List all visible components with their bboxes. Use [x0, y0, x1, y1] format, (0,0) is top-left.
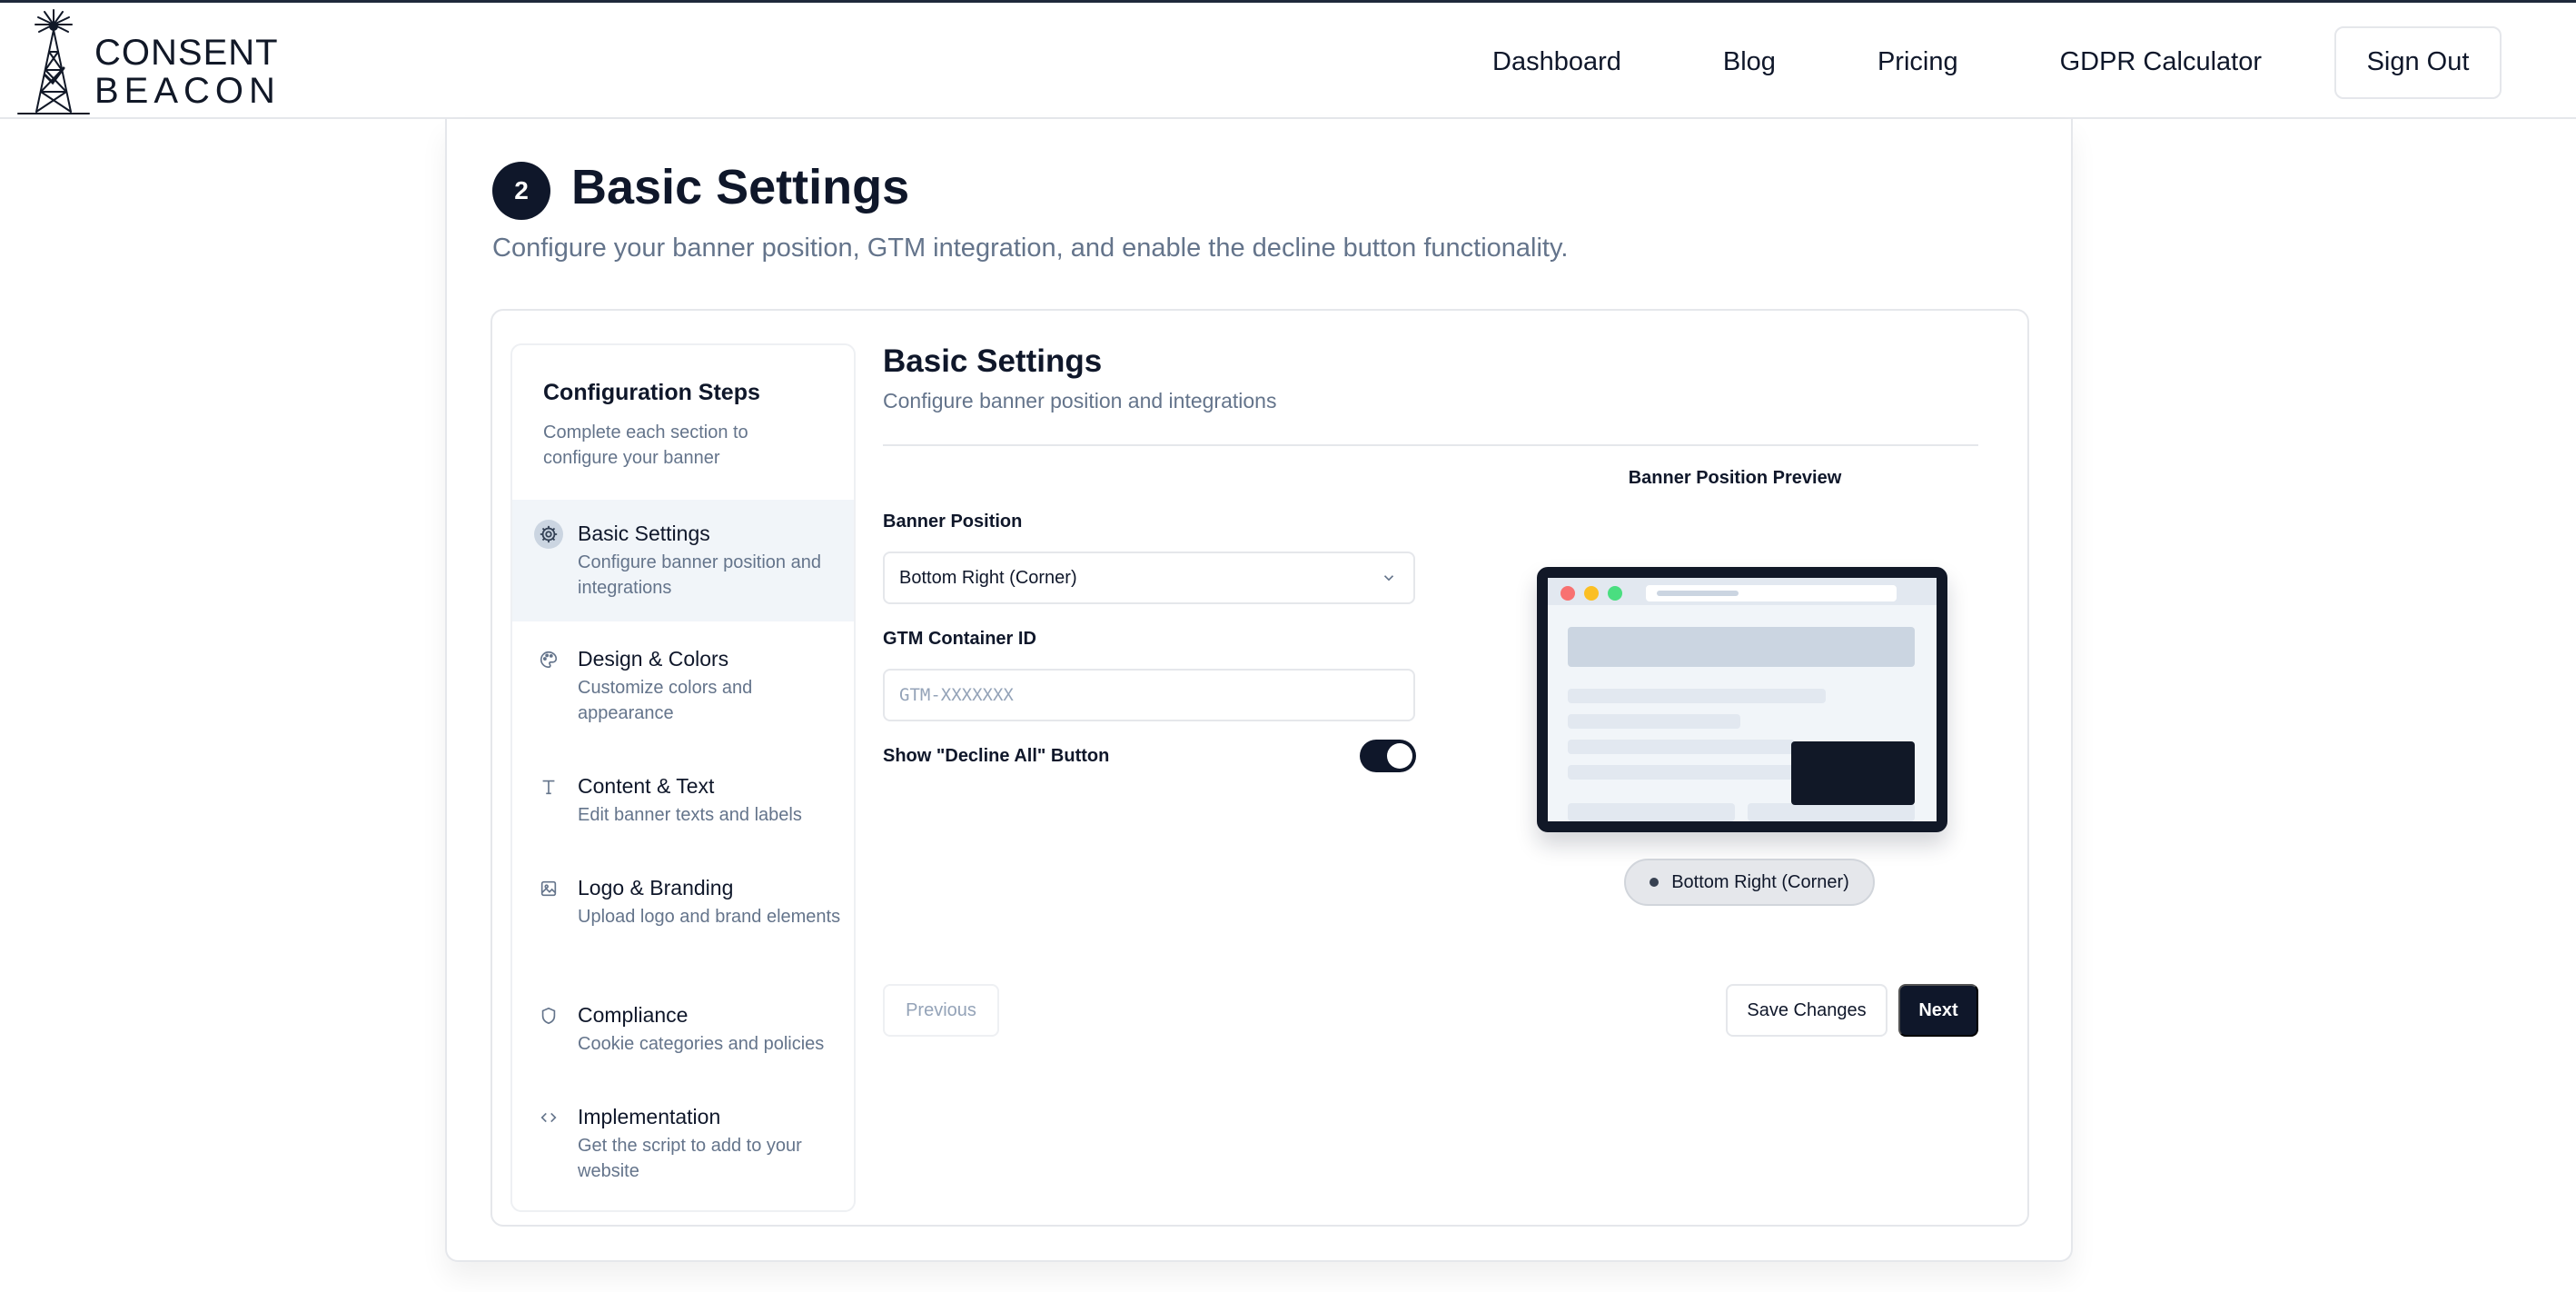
window-minimize-dot: [1584, 586, 1599, 601]
status-dot: [1650, 878, 1660, 887]
save-changes-button[interactable]: Save Changes: [1726, 984, 1887, 1037]
brand-name-line1: CONSENT: [94, 33, 279, 73]
placeholder-footer: [1748, 803, 1915, 821]
nav-link-gdpr-calculator[interactable]: GDPR Calculator: [2060, 47, 2262, 77]
sidebar-item-implementation[interactable]: Implementation Get the script to add to …: [512, 1092, 854, 1205]
placeholder-hero: [1568, 627, 1915, 667]
browser-mockup: [1537, 567, 1947, 832]
window-maximize-dot: [1608, 586, 1622, 601]
nav-link-dashboard[interactable]: Dashboard: [1492, 47, 1621, 77]
banner-position-label: Banner Position: [883, 512, 1023, 532]
sidebar-item-description: Get the script to add to your website: [578, 1136, 802, 1181]
toggle-knob: [1387, 743, 1412, 769]
step-card: 2 Basic Settings Configure your banner p…: [445, 119, 2073, 1262]
sidebar-item-content-text[interactable]: Content & Text Edit banner texts and lab…: [512, 761, 854, 849]
nav-link-pricing[interactable]: Pricing: [1878, 47, 1958, 77]
sidebar-item-description: Upload logo and brand elements: [578, 907, 841, 927]
configuration-steps-sidebar: Configuration Steps Complete each sectio…: [510, 343, 856, 1212]
decline-all-toggle[interactable]: [1360, 740, 1416, 772]
content-title: Basic Settings: [883, 343, 1103, 379]
shield-icon: [534, 1001, 563, 1030]
sidebar-item-design-colors[interactable]: Design & Colors Customize colors and app…: [512, 634, 854, 747]
brand-name: CONSENT BEACON: [94, 34, 281, 110]
chevron-down-icon: [1381, 570, 1397, 591]
sidebar-item-description: Customize colors and appearance: [578, 678, 753, 723]
placeholder-line: [1568, 765, 1795, 780]
sidebar-title: Configuration Steps: [543, 380, 760, 405]
step-number-badge: 2: [492, 162, 550, 220]
gtm-container-id-input[interactable]: [883, 669, 1415, 721]
decline-all-toggle-label: Show "Decline All" Button: [883, 746, 1110, 766]
gear-icon: [534, 520, 563, 549]
sidebar-item-label: Basic Settings: [578, 522, 710, 545]
gtm-container-id-label: GTM Container ID: [883, 629, 1036, 649]
sidebar-item-label: Content & Text: [578, 774, 715, 798]
window-close-dot: [1560, 586, 1575, 601]
step-title: Basic Settings: [571, 160, 910, 214]
sidebar-item-label: Logo & Branding: [578, 876, 734, 899]
position-badge: Bottom Right (Corner): [1624, 859, 1875, 906]
sidebar-item-label: Design & Colors: [578, 647, 729, 671]
nav-link-blog[interactable]: Blog: [1723, 47, 1776, 77]
placeholder-line: [1568, 740, 1795, 754]
configuration-panel: Configuration Steps Complete each sectio…: [490, 309, 2029, 1227]
sidebar-item-label: Compliance: [578, 1003, 689, 1027]
beacon-tower-icon: [17, 9, 90, 114]
sidebar-description: Complete each section to configure your …: [543, 422, 748, 468]
placeholder-footer: [1568, 803, 1735, 821]
sidebar-item-description: Configure banner position and integratio…: [578, 552, 821, 598]
palette-icon: [534, 645, 563, 674]
banner-position-select[interactable]: Bottom Right (Corner): [883, 552, 1415, 604]
sidebar-item-description: Edit banner texts and labels: [578, 805, 802, 825]
content-description: Configure banner position and integratio…: [883, 389, 1277, 412]
preview-title: Banner Position Preview: [1628, 468, 1842, 488]
step-description: Configure your banner position, GTM inte…: [492, 234, 1569, 263]
previous-button[interactable]: Previous: [883, 984, 999, 1037]
brand-logo[interactable]: CONSENT BEACON: [15, 5, 287, 119]
top-navigation-bar: CONSENT BEACON Dashboard Blog Pricing GD…: [0, 0, 2576, 119]
code-icon: [534, 1103, 563, 1132]
browser-address-bar: [1646, 585, 1897, 601]
position-badge-label: Bottom Right (Corner): [1671, 871, 1849, 892]
divider: [883, 444, 1978, 446]
sidebar-item-description: Cookie categories and policies: [578, 1034, 825, 1054]
sidebar-item-label: Implementation: [578, 1105, 721, 1128]
image-icon: [534, 874, 563, 903]
sidebar-item-basic-settings[interactable]: Basic Settings Configure banner position…: [512, 500, 854, 621]
next-button[interactable]: Next: [1898, 984, 1978, 1037]
sidebar-item-compliance[interactable]: Compliance Cookie categories and policie…: [512, 990, 854, 1078]
placeholder-line: [1568, 714, 1740, 729]
consent-banner-preview: [1791, 741, 1915, 805]
text-icon: [534, 772, 563, 801]
sign-out-button[interactable]: Sign Out: [2334, 25, 2502, 99]
brand-name-line2: BEACON: [94, 71, 281, 111]
sidebar-item-logo-branding[interactable]: Logo & Branding Upload logo and brand el…: [512, 863, 854, 976]
main-nav: Dashboard Blog Pricing GDPR Calculator S…: [1492, 3, 2576, 122]
placeholder-line: [1568, 689, 1826, 703]
browser-titlebar: [1548, 578, 1937, 605]
banner-position-value: Bottom Right (Corner): [899, 567, 1077, 588]
